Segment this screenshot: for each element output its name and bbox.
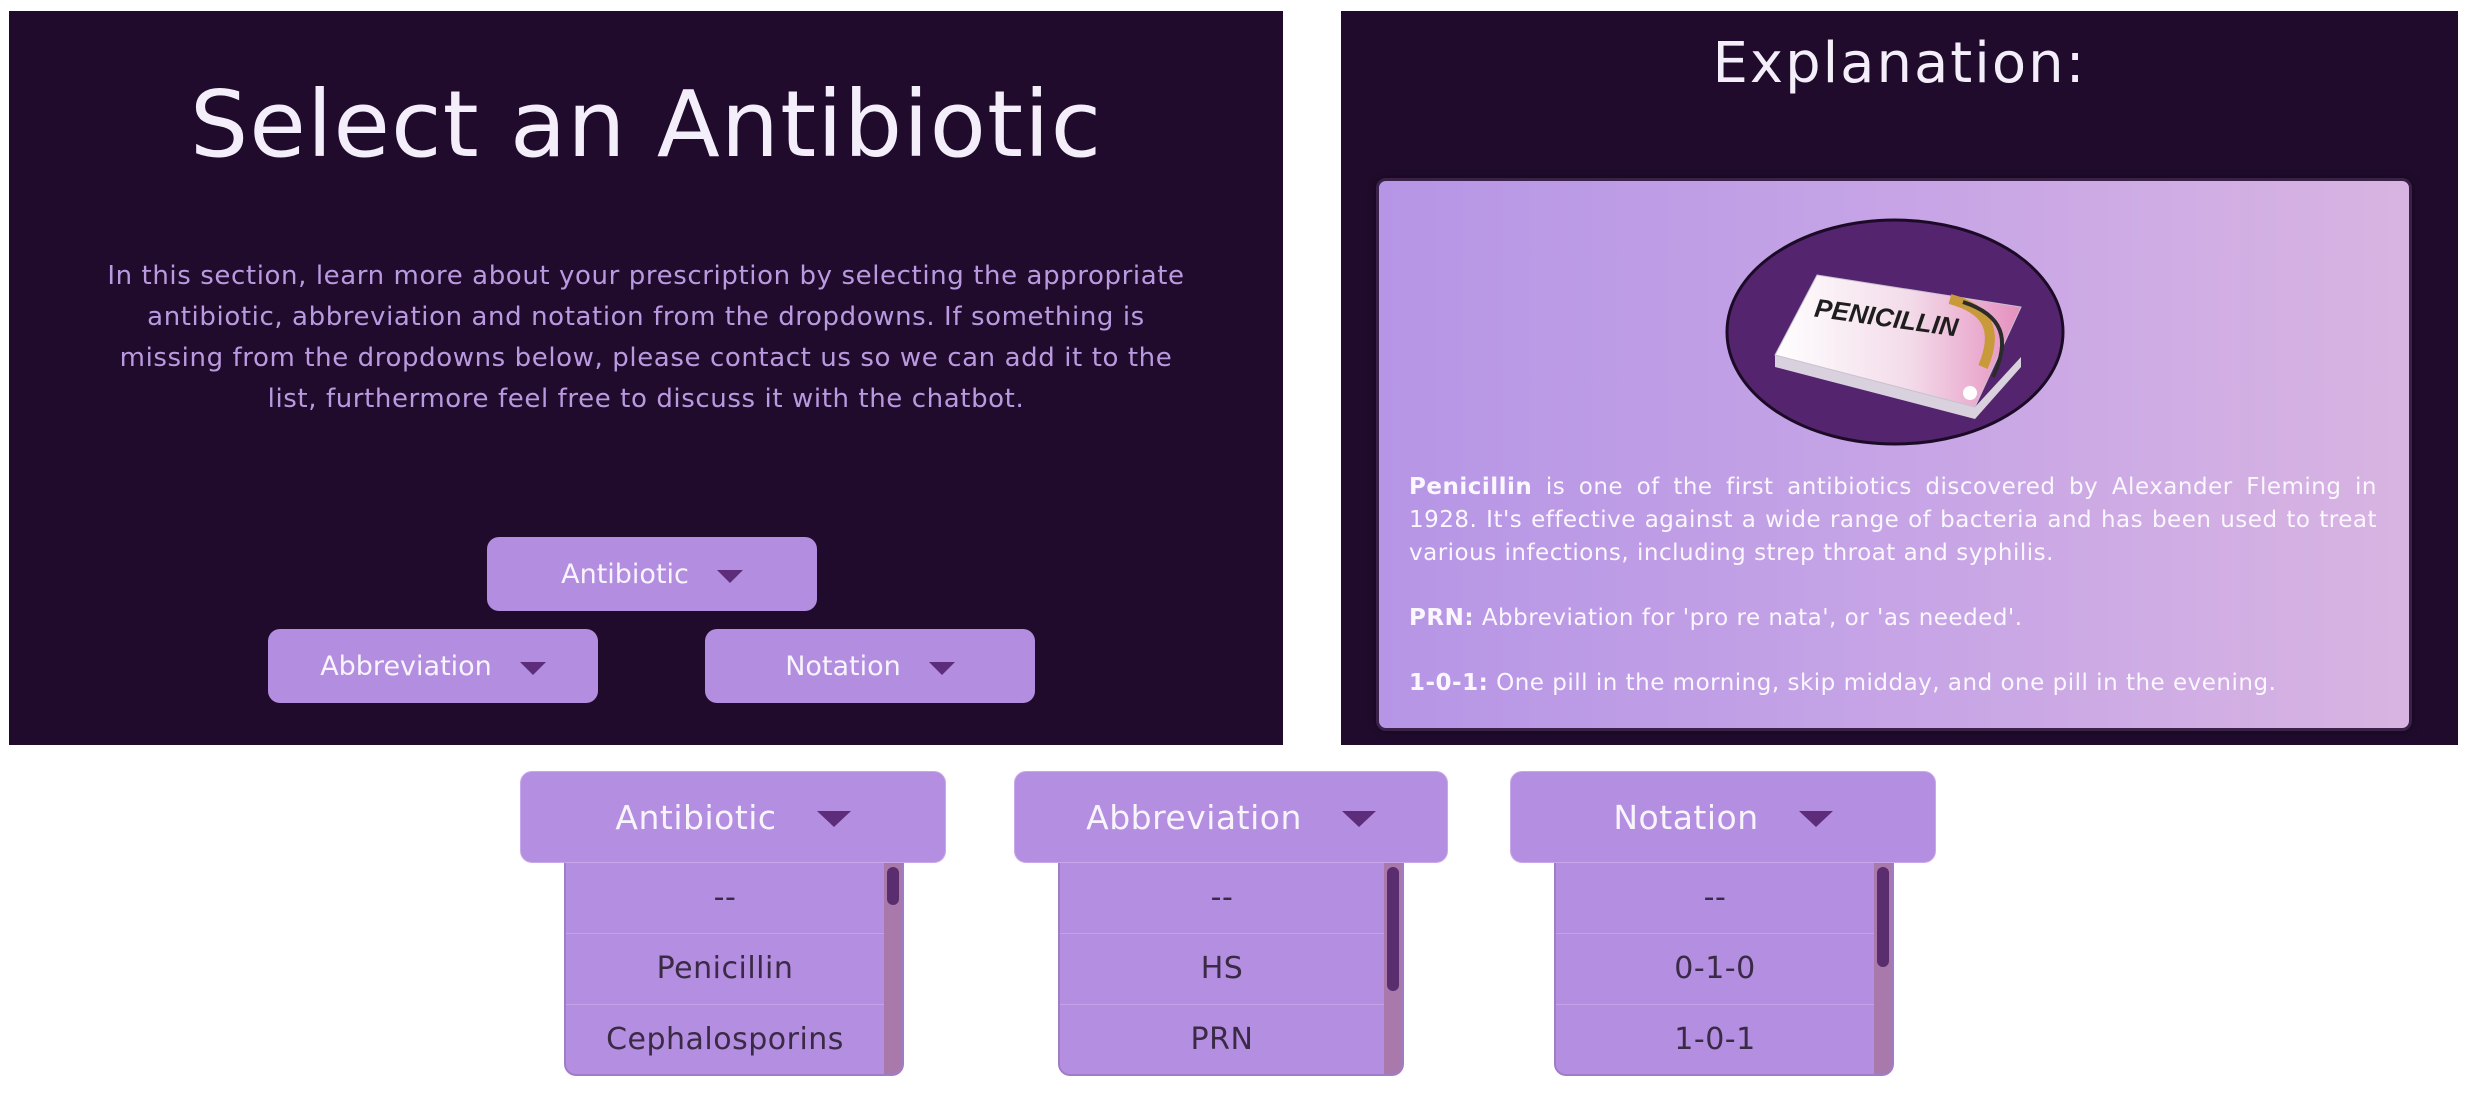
notation-dropdown-header-label: Notation — [1613, 797, 1759, 837]
abbreviation-dropdown-header-label: Abbreviation — [1086, 797, 1302, 837]
scrollbar-thumb[interactable] — [887, 867, 899, 905]
selector-panel: Select an Antibiotic In this section, le… — [9, 11, 1283, 745]
explanation-abbreviation-term: PRN: — [1409, 605, 1475, 631]
dropdown-option[interactable]: -- — [566, 863, 884, 934]
dropdown-option[interactable]: Cephalosporins — [566, 1005, 884, 1074]
penicillin-box-image: PENICILLIN — [1725, 218, 2065, 446]
dropdown-option[interactable]: 1-0-1 — [1556, 1005, 1874, 1074]
dropdown-option[interactable]: PRN — [1060, 1005, 1384, 1074]
dropdown-option[interactable]: -- — [1060, 863, 1384, 934]
caret-down-icon — [716, 569, 743, 583]
explanation-notation-text: One pill in the morning, skip midday, an… — [1488, 670, 2277, 696]
antibiotic-dropdown-label: Antibiotic — [561, 558, 689, 590]
page-title: Select an Antibiotic — [189, 71, 1103, 178]
scrollbar-track[interactable] — [1384, 863, 1402, 1074]
dropdown-option[interactable]: Penicillin — [566, 934, 884, 1005]
explanation-card: PENICILLIN Penicillin is one of the firs… — [1376, 178, 2412, 731]
antibiotic-options-list[interactable]: -- Penicillin Cephalosporins — [564, 863, 904, 1076]
notation-options-list[interactable]: -- 0-1-0 1-0-1 — [1554, 863, 1894, 1076]
scrollbar-thumb[interactable] — [1877, 867, 1889, 967]
abbreviation-dropdown-header[interactable]: Abbreviation — [1014, 771, 1448, 863]
caret-down-icon — [816, 811, 851, 827]
notation-dropdown[interactable]: Notation — [705, 629, 1035, 703]
caret-down-icon — [519, 661, 546, 675]
caret-down-icon — [1341, 811, 1376, 827]
abbreviation-dropdown-label: Abbreviation — [320, 650, 492, 682]
explanation-antibiotic: Penicillin is one of the first antibioti… — [1409, 471, 2377, 570]
caret-down-icon — [1798, 811, 1833, 827]
antibiotic-dropdown-header[interactable]: Antibiotic — [520, 771, 946, 863]
abbreviation-options-list[interactable]: -- HS PRN — [1058, 863, 1404, 1076]
explanation-antibiotic-term: Penicillin — [1409, 474, 1533, 500]
notation-dropdown-header[interactable]: Notation — [1510, 771, 1936, 863]
explanation-panel: Explanation: PENICILLIN Penicillin is on… — [1341, 11, 2458, 745]
explanation-abbreviation-text: Abbreviation for 'pro re nata', or 'as n… — [1474, 605, 2023, 631]
explanation-antibiotic-text: is one of the first antibiotics discover… — [1409, 474, 2377, 566]
antibiotic-dropdown-header-label: Antibiotic — [615, 797, 777, 837]
scrollbar-track[interactable] — [884, 863, 902, 1074]
explanation-title: Explanation: — [1712, 31, 2087, 96]
intro-text: In this section, learn more about your p… — [107, 261, 1185, 414]
scrollbar-track[interactable] — [1874, 863, 1892, 1074]
dropdown-option[interactable]: HS — [1060, 934, 1384, 1005]
abbreviation-dropdown[interactable]: Abbreviation — [268, 629, 598, 703]
scrollbar-thumb[interactable] — [1387, 867, 1399, 991]
dropdown-option[interactable]: 0-1-0 — [1556, 934, 1874, 1005]
caret-down-icon — [928, 661, 955, 675]
explanation-notation: 1-0-1: One pill in the morning, skip mid… — [1409, 667, 2377, 700]
explanation-abbreviation: PRN: Abbreviation for 'pro re nata', or … — [1409, 602, 2377, 635]
dropdown-option[interactable]: -- — [1556, 863, 1874, 934]
notation-dropdown-label: Notation — [785, 650, 901, 682]
antibiotic-dropdown[interactable]: Antibiotic — [487, 537, 817, 611]
explanation-notation-term: 1-0-1: — [1409, 670, 1489, 696]
